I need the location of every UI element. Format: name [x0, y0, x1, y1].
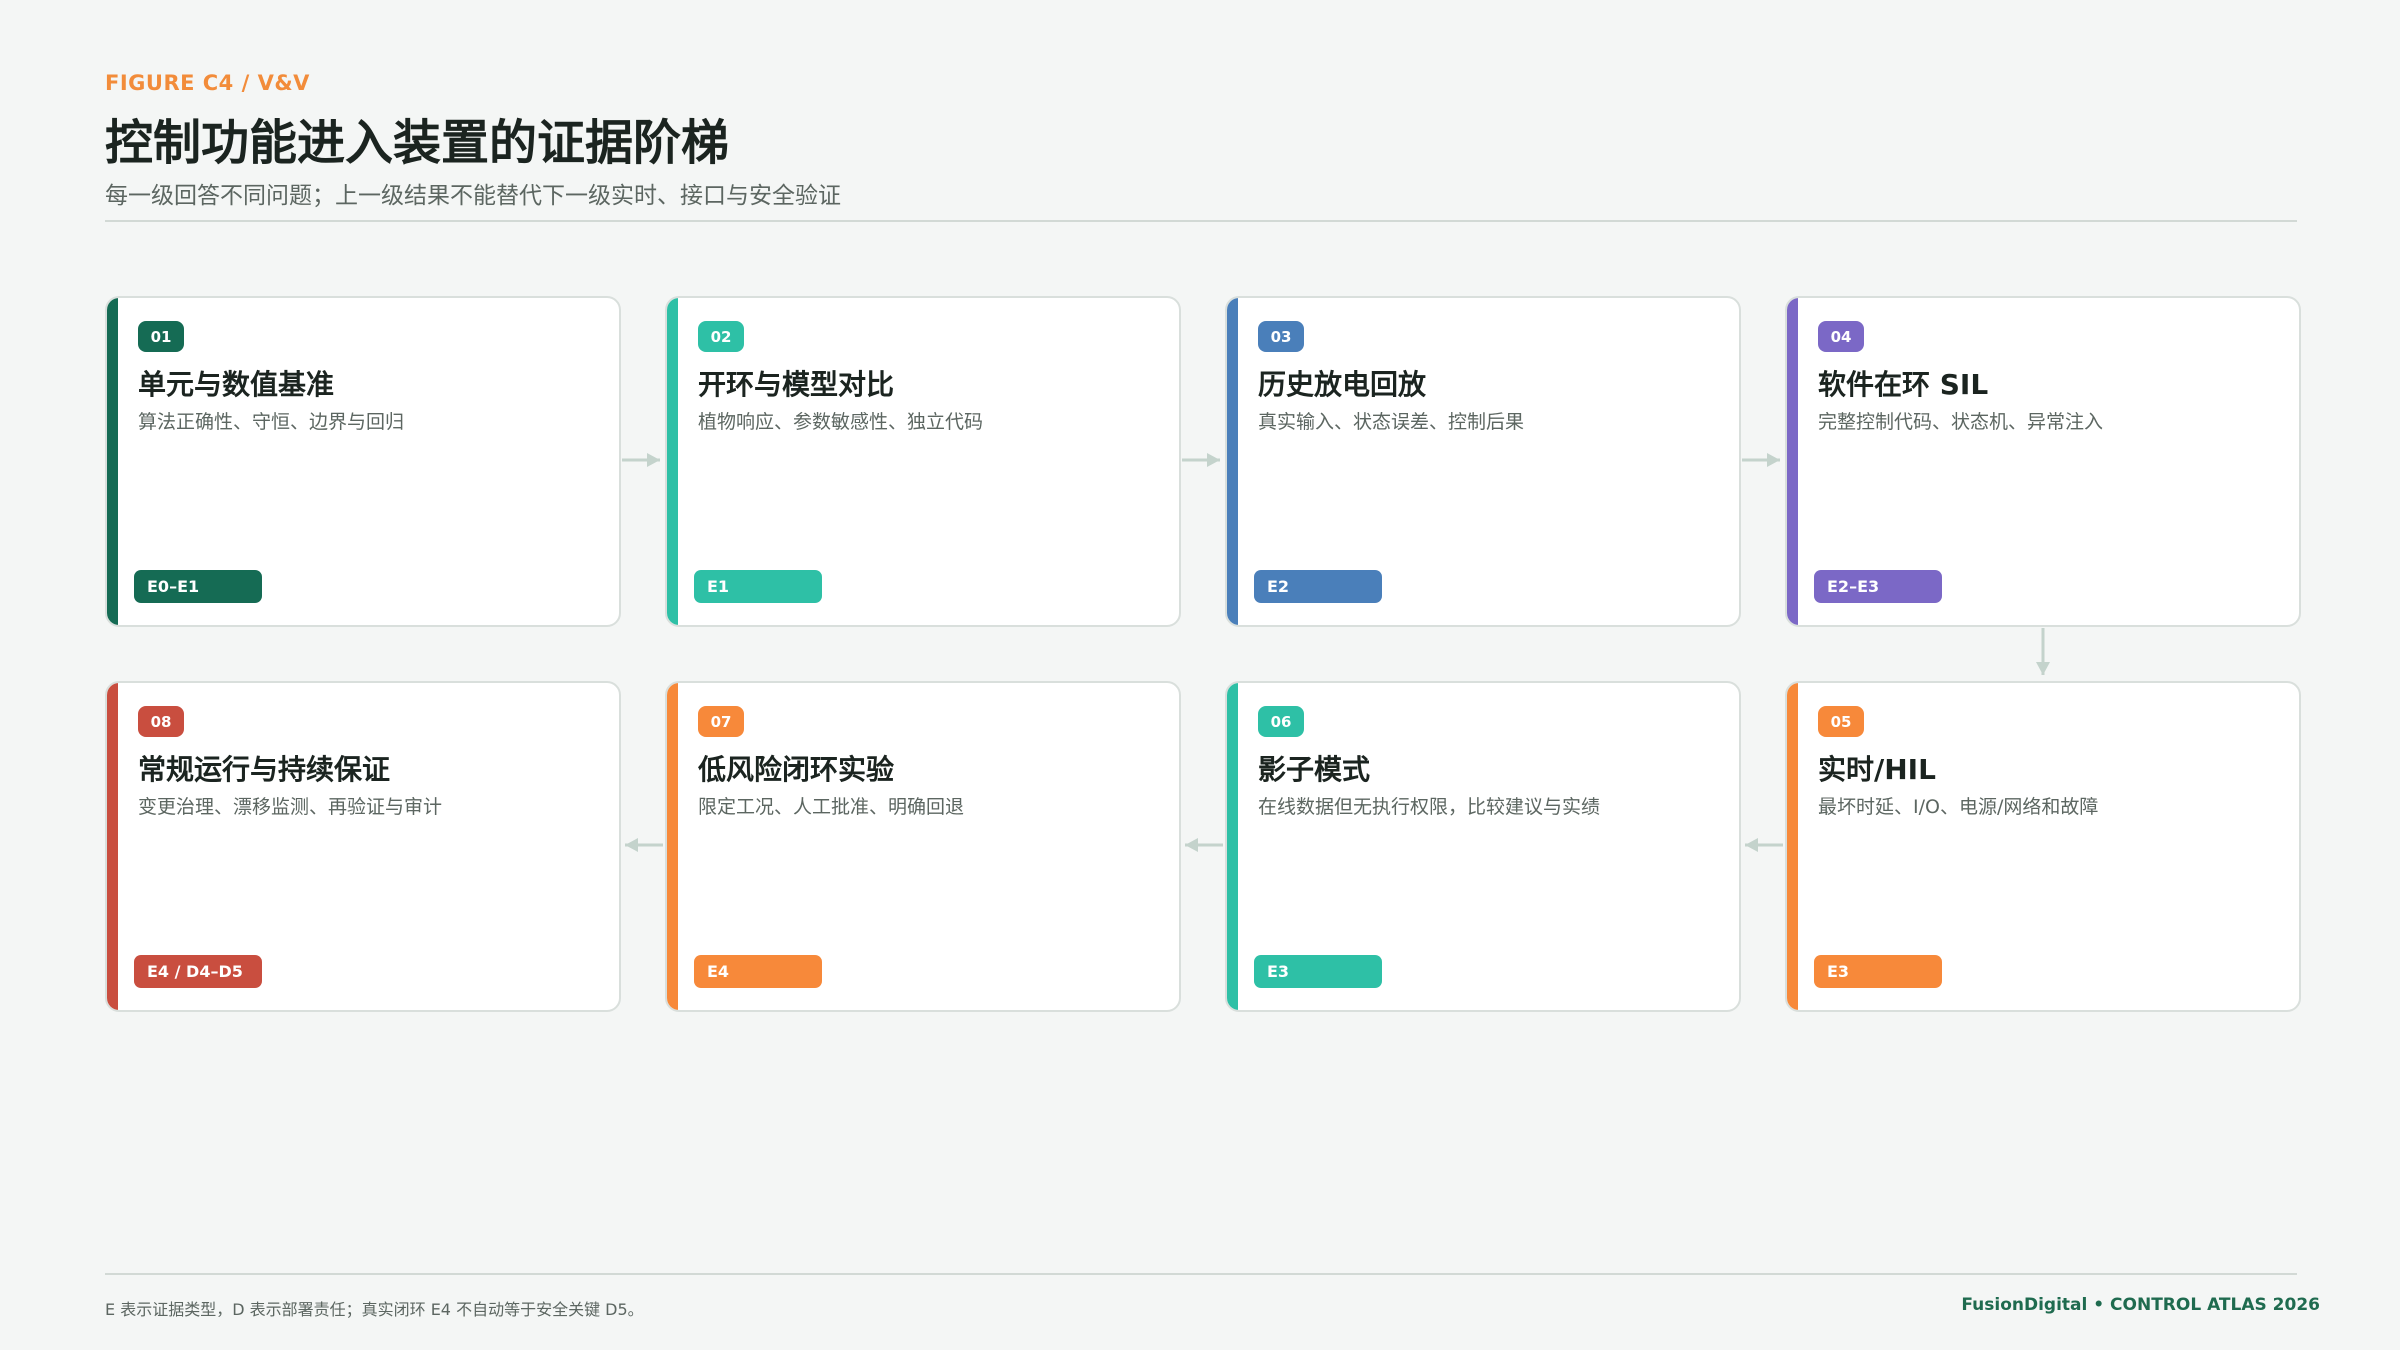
flow-arrows [622, 453, 2050, 852]
arrow-07-to-08-head [625, 838, 638, 852]
footer-divider [105, 1273, 2297, 1275]
figure-page: FIGURE C4 / V&V 控制功能进入装置的证据阶梯 每一级回答不同问题；… [0, 0, 2400, 1350]
arrow-05-to-06-head [1745, 838, 1758, 852]
brand-label: FusionDigital • CONTROL ATLAS 2026 [1961, 1295, 2320, 1315]
arrow-06-to-07-head [1185, 838, 1198, 852]
arrow-01-to-02-head [647, 453, 660, 467]
footnote: E 表示证据类型，D 表示部署责任；真实闭环 E4 不自动等于安全关键 D5。 [105, 1300, 644, 1319]
arrow-02-to-03-head [1207, 453, 1220, 467]
arrow-04-to-05-head [2036, 662, 2050, 675]
arrow-03-to-04-head [1767, 453, 1780, 467]
